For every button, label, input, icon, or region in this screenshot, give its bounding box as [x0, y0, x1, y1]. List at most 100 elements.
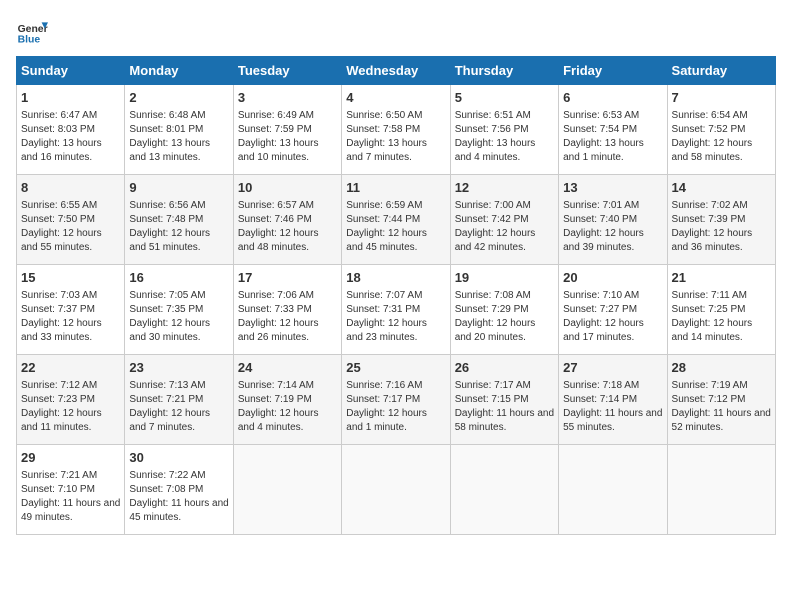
calendar-cell: 10Sunrise: 6:57 AMSunset: 7:46 PMDayligh… [233, 175, 341, 265]
day-number: 11 [346, 179, 445, 197]
calendar-cell: 28Sunrise: 7:19 AMSunset: 7:12 PMDayligh… [667, 355, 775, 445]
calendar-cell: 8Sunrise: 6:55 AMSunset: 7:50 PMDaylight… [17, 175, 125, 265]
daylight-text: Daylight: 12 hours and 20 minutes. [455, 318, 536, 343]
sunrise-text: Sunrise: 6:47 AM [21, 110, 97, 121]
sunrise-text: Sunrise: 7:12 AM [21, 380, 97, 391]
sunrise-text: Sunrise: 7:14 AM [238, 380, 314, 391]
sunset-text: Sunset: 7:29 PM [455, 304, 529, 315]
daylight-text: Daylight: 12 hours and 33 minutes. [21, 318, 102, 343]
day-number: 20 [563, 269, 662, 287]
day-number: 19 [455, 269, 554, 287]
sunrise-text: Sunrise: 7:10 AM [563, 290, 639, 301]
day-number: 7 [672, 89, 771, 107]
calendar-cell: 11 Sunrise: 6:59 AM Sunset: 7:44 PM Dayligh… [342, 175, 450, 265]
daylight-text: Daylight: 13 hours and 1 minute. [563, 138, 644, 163]
sunset-text: Sunset: 7:37 PM [21, 304, 95, 315]
sunset-text: Sunset: 7:14 PM [563, 394, 637, 405]
calendar-cell: 27Sunrise: 7:18 AMSunset: 7:14 PMDayligh… [559, 355, 667, 445]
day-number: 21 [672, 269, 771, 287]
daylight-text: Daylight: 12 hours and 39 minutes. [563, 228, 644, 253]
calendar-week-row: 15Sunrise: 7:03 AMSunset: 7:37 PMDayligh… [17, 265, 776, 355]
sunset-text: Sunset: 7:17 PM [346, 394, 420, 405]
calendar-week-row: 8Sunrise: 6:55 AMSunset: 7:50 PMDaylight… [17, 175, 776, 265]
logo-icon: General Blue [16, 16, 48, 48]
day-number: 17 [238, 269, 337, 287]
sunset-text: Sunset: 7:33 PM [238, 304, 312, 315]
day-number: 2 [129, 89, 228, 107]
sunrise-text: Sunrise: 7:21 AM [21, 470, 97, 481]
sunrise-text: Sunrise: 6:55 AM [21, 200, 97, 211]
calendar-cell [559, 445, 667, 535]
day-number: 26 [455, 359, 554, 377]
sunset-text: Sunset: 8:03 PM [21, 124, 95, 135]
col-tuesday: Tuesday [233, 57, 341, 85]
sunset-text: Sunset: 7:54 PM [563, 124, 637, 135]
sunrise-text: Sunrise: 7:22 AM [129, 470, 205, 481]
calendar-cell [667, 445, 775, 535]
daylight-text: Daylight: 12 hours and 26 minutes. [238, 318, 319, 343]
sunset-text: Sunset: 7:21 PM [129, 394, 203, 405]
sunrise-text: Sunrise: 6:59 AM [346, 200, 422, 211]
calendar-cell: 20Sunrise: 7:10 AMSunset: 7:27 PMDayligh… [559, 265, 667, 355]
daylight-text: Daylight: 12 hours and 23 minutes. [346, 318, 427, 343]
sunrise-text: Sunrise: 6:56 AM [129, 200, 205, 211]
daylight-text: Daylight: 12 hours and 42 minutes. [455, 228, 536, 253]
sunrise-text: Sunrise: 6:48 AM [129, 110, 205, 121]
day-number: 27 [563, 359, 662, 377]
calendar-week-row: 1Sunrise: 6:47 AMSunset: 8:03 PMDaylight… [17, 85, 776, 175]
daylight-text: Daylight: 12 hours and 14 minutes. [672, 318, 753, 343]
daylight-text: Daylight: 13 hours and 4 minutes. [455, 138, 536, 163]
calendar-cell [450, 445, 558, 535]
calendar-cell: 3Sunrise: 6:49 AMSunset: 7:59 PMDaylight… [233, 85, 341, 175]
calendar-cell: 9Sunrise: 6:56 AMSunset: 7:48 PMDaylight… [125, 175, 233, 265]
sunset-text: Sunset: 7:59 PM [238, 124, 312, 135]
sunrise-text: Sunrise: 7:01 AM [563, 200, 639, 211]
calendar-cell: 23Sunrise: 7:13 AMSunset: 7:21 PMDayligh… [125, 355, 233, 445]
calendar-cell: 6Sunrise: 6:53 AMSunset: 7:54 PMDaylight… [559, 85, 667, 175]
col-sunday: Sunday [17, 57, 125, 85]
sunset-text: Sunset: 7:42 PM [455, 214, 529, 225]
calendar-week-row: 29Sunrise: 7:21 AMSunset: 7:10 PMDayligh… [17, 445, 776, 535]
daylight-text: Daylight: 13 hours and 10 minutes. [238, 138, 319, 163]
sunrise-text: Sunrise: 6:53 AM [563, 110, 639, 121]
sunset-text: Sunset: 7:48 PM [129, 214, 203, 225]
sunset-text: Sunset: 7:19 PM [238, 394, 312, 405]
sunrise-text: Sunrise: 7:18 AM [563, 380, 639, 391]
sunset-text: Sunset: 7:50 PM [21, 214, 95, 225]
sunset-text: Sunset: 7:15 PM [455, 394, 529, 405]
col-friday: Friday [559, 57, 667, 85]
calendar-cell: 24Sunrise: 7:14 AMSunset: 7:19 PMDayligh… [233, 355, 341, 445]
sunset-text: Sunset: 7:58 PM [346, 124, 420, 135]
calendar-cell: 30Sunrise: 7:22 AMSunset: 7:08 PMDayligh… [125, 445, 233, 535]
calendar-cell: 1Sunrise: 6:47 AMSunset: 8:03 PMDaylight… [17, 85, 125, 175]
calendar-cell: 13Sunrise: 7:01 AMSunset: 7:40 PMDayligh… [559, 175, 667, 265]
day-number: 16 [129, 269, 228, 287]
daylight-text: Daylight: 13 hours and 7 minutes. [346, 138, 427, 163]
daylight-text: Daylight: 12 hours and 4 minutes. [238, 408, 319, 433]
calendar-cell: 5Sunrise: 6:51 AMSunset: 7:56 PMDaylight… [450, 85, 558, 175]
daylight-text: Daylight: 12 hours and 55 minutes. [21, 228, 102, 253]
sunrise-text: Sunrise: 7:06 AM [238, 290, 314, 301]
daylight-text: Daylight: 12 hours and 45 minutes. [346, 228, 427, 253]
calendar-cell: 26Sunrise: 7:17 AMSunset: 7:15 PMDayligh… [450, 355, 558, 445]
sunset-text: Sunset: 7:44 PM [346, 214, 420, 225]
daylight-text: Daylight: 11 hours and 52 minutes. [672, 408, 771, 433]
daylight-text: Daylight: 12 hours and 7 minutes. [129, 408, 210, 433]
sunrise-text: Sunrise: 7:07 AM [346, 290, 422, 301]
sunset-text: Sunset: 7:25 PM [672, 304, 746, 315]
day-number: 12 [455, 179, 554, 197]
daylight-text: Daylight: 11 hours and 58 minutes. [455, 408, 554, 433]
daylight-text: Daylight: 12 hours and 30 minutes. [129, 318, 210, 343]
daylight-text: Daylight: 13 hours and 13 minutes. [129, 138, 210, 163]
calendar-cell: 19Sunrise: 7:08 AMSunset: 7:29 PMDayligh… [450, 265, 558, 355]
sunset-text: Sunset: 8:01 PM [129, 124, 203, 135]
col-wednesday: Wednesday [342, 57, 450, 85]
calendar-cell: 4Sunrise: 6:50 AMSunset: 7:58 PMDaylight… [342, 85, 450, 175]
calendar-cell [233, 445, 341, 535]
day-number: 4 [346, 89, 445, 107]
day-number: 5 [455, 89, 554, 107]
calendar-cell: 12Sunrise: 7:00 AMSunset: 7:42 PMDayligh… [450, 175, 558, 265]
calendar-cell: 18Sunrise: 7:07 AMSunset: 7:31 PMDayligh… [342, 265, 450, 355]
col-thursday: Thursday [450, 57, 558, 85]
sunset-text: Sunset: 7:23 PM [21, 394, 95, 405]
